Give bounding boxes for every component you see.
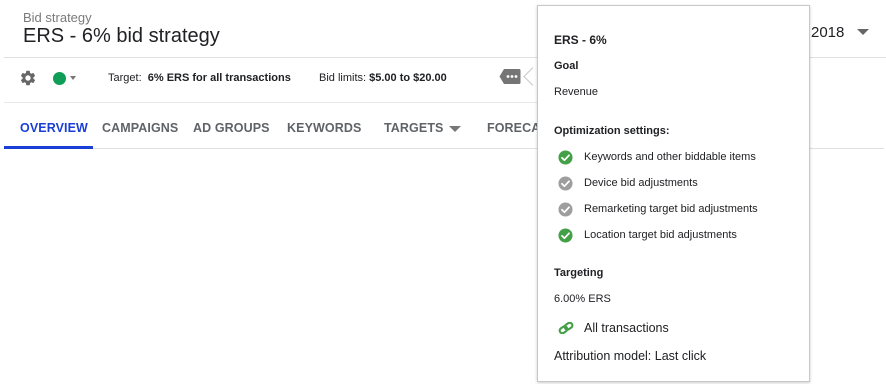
- bid-limits-label: Bid limits:: [319, 72, 367, 84]
- check-circle-icon: [558, 228, 573, 243]
- targeting-heading: Targeting: [554, 267, 604, 279]
- bid-limits-summary: Bid limits: $5.00 to $20.00: [319, 72, 447, 84]
- bid-strategy-details-popup: ERS - 6% Goal Revenue Optimization setti…: [537, 5, 810, 382]
- goal-heading: Goal: [554, 60, 579, 72]
- check-circle-icon: [558, 150, 573, 165]
- status-indicator[interactable]: [53, 72, 66, 85]
- optimization-item: Device bid adjustments: [584, 177, 698, 189]
- page-title: ERS - 6% bid strategy: [23, 25, 220, 47]
- tab-targets-label: TARGETS: [384, 121, 444, 135]
- optimization-item: Remarketing target bid adjustments: [584, 203, 758, 215]
- date-range-text[interactable]: 2018: [811, 24, 844, 41]
- tab-keywords[interactable]: KEYWORDS: [287, 121, 361, 135]
- link-icon: [558, 322, 574, 334]
- target-value: 6% ERS for all transactions: [147, 72, 291, 84]
- tab-ad-groups[interactable]: AD GROUPS: [193, 121, 270, 135]
- status-dropdown-icon[interactable]: [70, 76, 76, 80]
- optimization-item: Location target bid adjustments: [584, 229, 737, 241]
- breadcrumb: Bid strategy: [23, 10, 92, 25]
- tabs-top-divider: [4, 102, 538, 103]
- check-circle-icon: [558, 202, 573, 217]
- transactions-label: All transactions: [584, 321, 669, 335]
- tab-targets[interactable]: TARGETS: [384, 121, 461, 135]
- attribution-model: Attribution model: Last click: [554, 349, 707, 363]
- optimization-item: Keywords and other biddable items: [584, 151, 756, 163]
- targeting-value: 6.00% ERS: [554, 293, 611, 305]
- check-circle-icon: [558, 176, 573, 191]
- date-range-dropdown-icon[interactable]: [857, 29, 869, 35]
- tab-forecasts[interactable]: FORECA: [487, 121, 540, 135]
- popup-title: ERS - 6%: [554, 33, 607, 47]
- tab-campaigns[interactable]: CAMPAIGNS: [102, 121, 178, 135]
- goal-value: Revenue: [554, 86, 599, 98]
- more-details-icon[interactable]: [499, 68, 521, 85]
- chevron-down-icon: [448, 125, 461, 132]
- gear-icon[interactable]: [19, 69, 37, 87]
- tab-overview[interactable]: OVERVIEW: [20, 121, 88, 135]
- target-label: Target:: [108, 72, 142, 84]
- bid-limits-value: $5.00 to $20.00: [369, 72, 447, 84]
- optimization-heading: Optimization settings:: [554, 125, 670, 137]
- active-tab-indicator: [4, 146, 93, 149]
- target-summary: Target: 6% ERS for all transactions: [108, 72, 291, 84]
